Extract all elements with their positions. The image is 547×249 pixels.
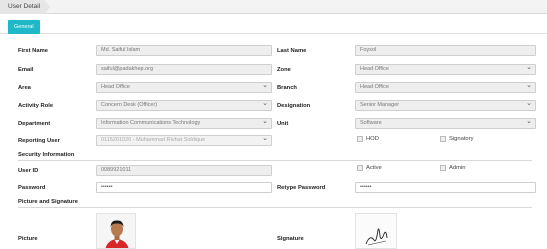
signatory-checkbox-group[interactable]: Signatory xyxy=(440,136,500,144)
zone-label: Zone xyxy=(277,67,291,73)
unit-select[interactable]: Software xyxy=(355,118,536,129)
admin-label: Admin xyxy=(449,165,466,171)
first-name-label: First Name xyxy=(18,48,48,54)
retype-password-label: Retype Password xyxy=(277,185,326,191)
unit-label: Unit xyxy=(277,121,289,127)
tab-bar: General xyxy=(0,14,547,34)
avatar-icon xyxy=(97,214,135,248)
branch-label: Branch xyxy=(277,85,297,91)
tab-general[interactable]: General xyxy=(8,20,40,34)
active-label: Active xyxy=(366,165,382,171)
reporting-user-label: Reporting User xyxy=(18,138,60,144)
last-name-label: Last Name xyxy=(277,48,307,54)
user-id-field[interactable]: 0089921011 xyxy=(96,165,272,176)
picture-divider xyxy=(18,207,532,208)
password-field[interactable]: •••••• xyxy=(96,182,272,193)
avatar-photo[interactable] xyxy=(96,213,136,249)
designation-label: Designation xyxy=(277,103,311,109)
hod-checkbox-group[interactable]: HOD xyxy=(357,136,417,144)
signature-image[interactable] xyxy=(355,213,397,249)
zone-select[interactable]: Head Office xyxy=(355,64,536,75)
department-select[interactable]: Information Communications Technology xyxy=(96,118,272,129)
email-field[interactable]: saiful@padakhep.org xyxy=(96,64,272,75)
signature-icon xyxy=(356,214,396,248)
department-label: Department xyxy=(18,121,51,127)
top-bar: User Detail xyxy=(0,0,547,14)
signature-label: Signature xyxy=(277,236,304,242)
hod-label: HOD xyxy=(366,136,379,142)
active-checkbox[interactable] xyxy=(357,165,363,171)
signatory-checkbox[interactable] xyxy=(440,136,446,142)
password-label: Password xyxy=(18,185,46,191)
picture-section-title: Picture and Signature xyxy=(18,199,78,205)
area-select[interactable]: Head Office xyxy=(96,82,272,93)
hod-checkbox[interactable] xyxy=(357,136,363,142)
activity-role-select[interactable]: Concern Desk (Officer) xyxy=(96,100,272,111)
reporting-user-select[interactable]: 0115201020 - Muhammad Rivhat Siddique xyxy=(96,135,272,146)
breadcrumb[interactable]: User Detail xyxy=(0,0,51,14)
designation-select[interactable]: Senior Manager xyxy=(355,100,536,111)
signatory-label: Signatory xyxy=(449,136,474,142)
branch-select[interactable]: Head Office xyxy=(355,82,536,93)
admin-checkbox-group[interactable]: Admin xyxy=(440,165,500,173)
area-label: Area xyxy=(18,85,31,91)
activity-role-label: Activity Role xyxy=(18,103,54,109)
picture-label: Picture xyxy=(18,236,38,242)
active-checkbox-group[interactable]: Active xyxy=(357,165,417,173)
email-label: Email xyxy=(18,67,34,73)
admin-checkbox[interactable] xyxy=(440,165,446,171)
retype-password-field[interactable]: •••••• xyxy=(355,182,536,193)
security-divider xyxy=(18,160,532,161)
user-id-label: User ID xyxy=(18,168,39,174)
last-name-field[interactable]: Foysol xyxy=(355,45,536,56)
first-name-field[interactable]: Md. Saiful Islam xyxy=(96,45,272,56)
security-section-title: Security Information xyxy=(18,152,75,158)
